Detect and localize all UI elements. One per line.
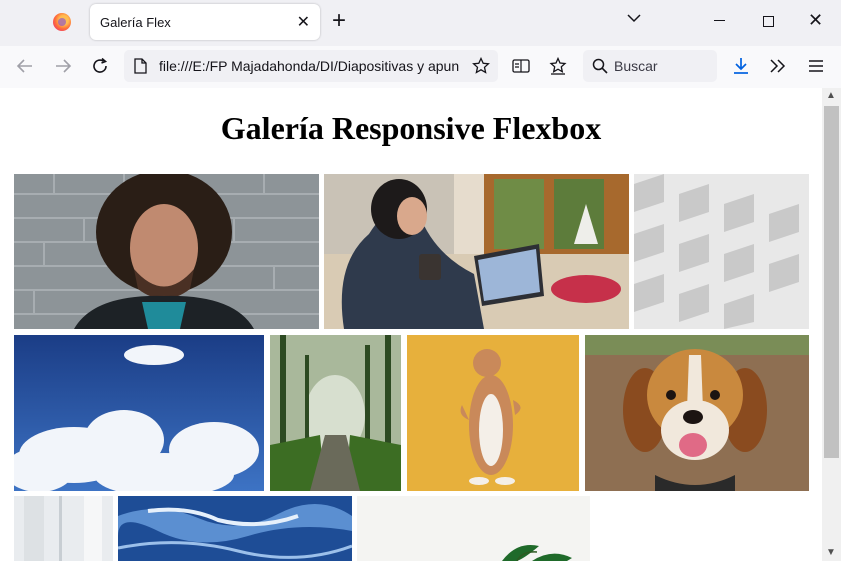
maximize-icon[interactable] [763,16,774,27]
scroll-down-arrow-icon[interactable]: ▼ [826,547,836,558]
bookmarks-star-list-icon[interactable] [546,54,570,78]
chevron-down-icon[interactable] [626,10,642,26]
reload-icon[interactable] [88,54,112,78]
new-tab-icon[interactable]: + [332,9,346,33]
cat-standing-image [407,335,579,491]
tab-strip: Galería Flex ✕ + ✕ [0,0,841,46]
ocean-waves-image [118,496,352,561]
minimize-icon[interactable] [714,20,725,21]
forward-arrow-icon[interactable] [51,54,75,78]
firefox-logo-icon[interactable] [53,13,71,31]
back-arrow-icon[interactable] [13,54,37,78]
plant-leaves-image [357,496,590,561]
page-content: Galería Responsive Flexbox [0,88,822,561]
navigation-toolbar: file:///E:/FP Majadahonda/DI/Diapositiva… [0,46,841,89]
scroll-up-arrow-icon[interactable]: ▲ [826,90,836,101]
menu-hamburger-icon[interactable] [804,54,828,78]
tab-title: Galería Flex [100,15,171,30]
search-icon [592,58,608,74]
tab-galeria-flex[interactable]: Galería Flex ✕ [90,4,320,40]
white-architecture-image [14,496,113,561]
woman-with-laptop-image [324,174,629,329]
sky-clouds-image [14,335,264,491]
url-text[interactable]: file:///E:/FP Majadahonda/DI/Diapositiva… [159,58,459,74]
address-bar[interactable]: file:///E:/FP Majadahonda/DI/Diapositiva… [124,50,498,82]
beagle-dog-image [585,335,809,491]
close-tab-icon[interactable]: ✕ [297,12,310,32]
reader-view-icon[interactable] [509,54,533,78]
search-placeholder: Buscar [614,58,658,74]
curly-haired-man-image [14,174,319,329]
misty-forest-path-image [270,335,401,491]
vertical-scrollbar[interactable]: ▲ ▼ [822,88,841,561]
bookmark-star-icon[interactable] [472,57,490,75]
page-title: Galería Responsive Flexbox [220,110,602,146]
window-close-icon[interactable]: ✕ [808,10,823,31]
white-building-facade-image [634,174,809,329]
scrollbar-thumb[interactable] [824,106,839,458]
downloads-icon[interactable] [729,54,753,78]
more-tools-chevron-icon[interactable] [766,54,790,78]
search-field[interactable]: Buscar [583,50,717,82]
page-icon [134,58,147,74]
